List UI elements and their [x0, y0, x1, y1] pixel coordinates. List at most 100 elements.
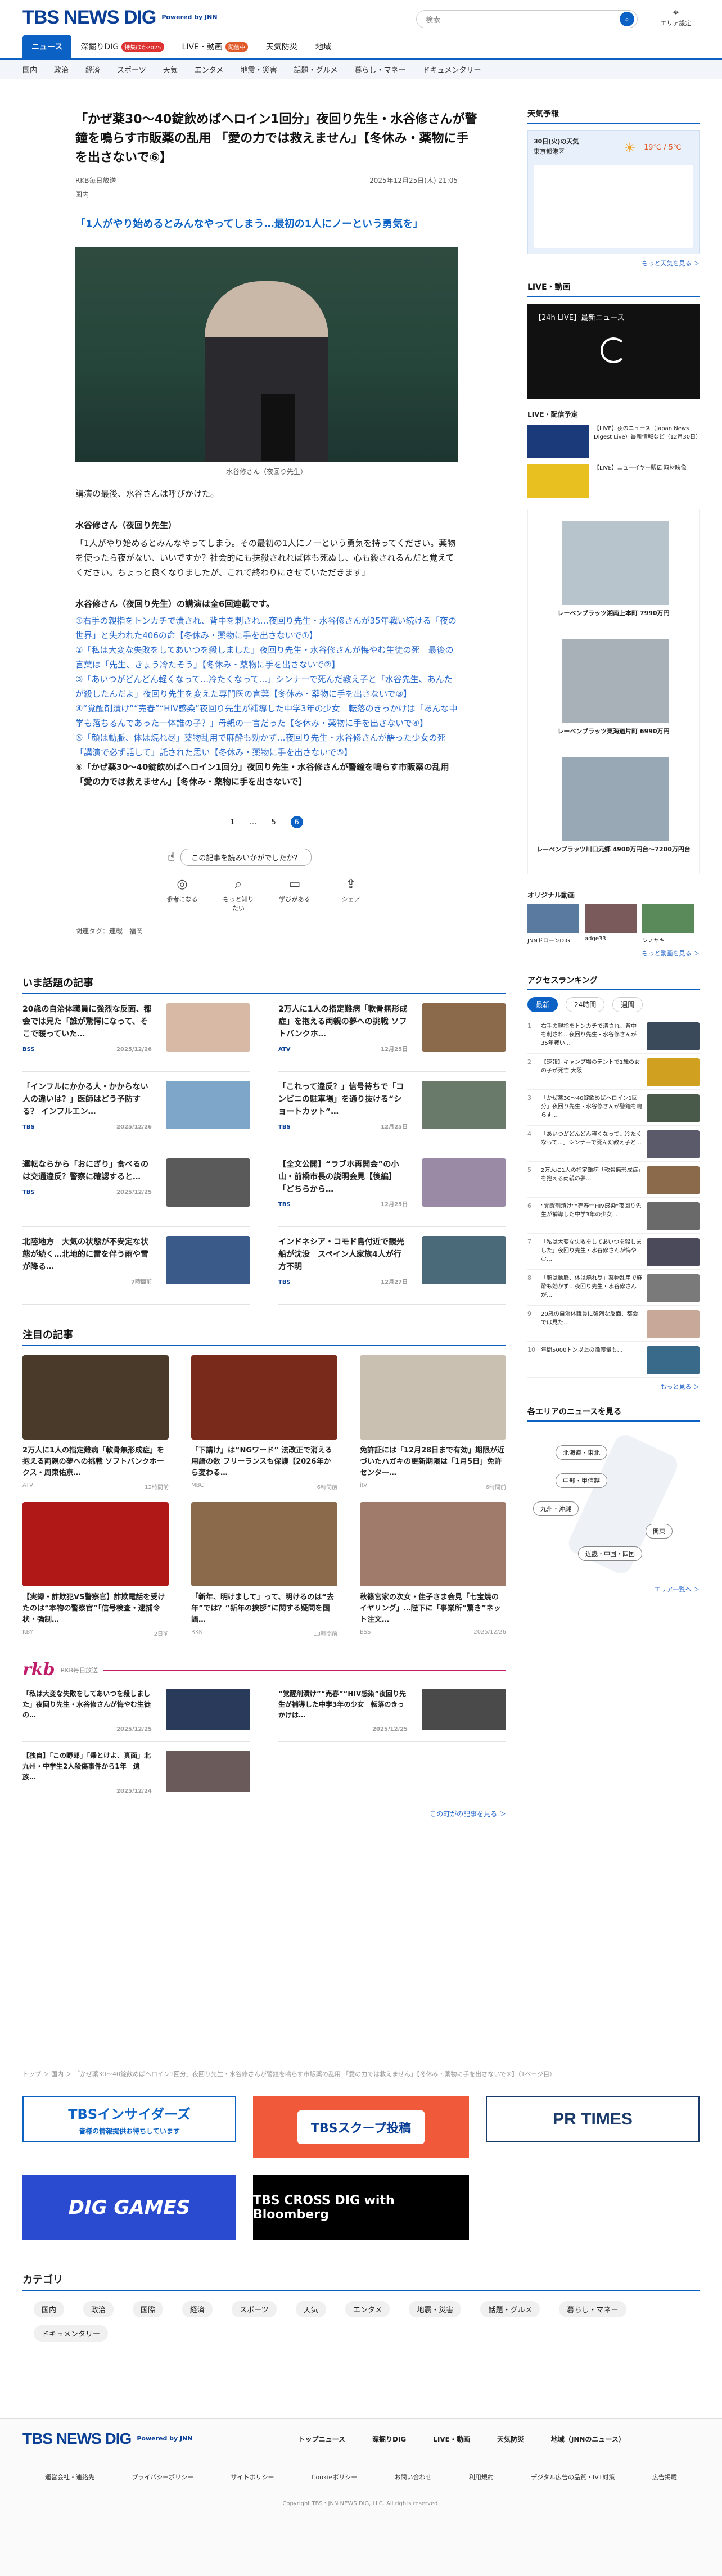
footer-link[interactable]: トップニュース: [299, 2434, 345, 2444]
rkb-more-link[interactable]: この町がの記事を見る ＞: [22, 1809, 506, 1819]
site-logo[interactable]: TBS NEWS DIG: [22, 7, 156, 29]
nav-tab-dig[interactable]: 深掘りDIG 特集ほか2025: [71, 35, 173, 58]
subnav-item[interactable]: 国内: [22, 64, 37, 75]
list-item[interactable]: 運転ならから「おにぎり」食べるのは交通違反？警察に確認すると… TBS 2025/1…: [22, 1149, 250, 1227]
featured-card[interactable]: 「下請け」は“NGワード” 法改正で消える用語の数 フリーランスも保護【2026…: [191, 1355, 337, 1491]
list-item[interactable]: 北陸地方 大気の状態が不安定な状態が続く…北地的に雷を伴う雨や雪が降る… 7時間前: [22, 1227, 250, 1305]
insiders-banner[interactable]: TBSインサイダーズ 皆様の情報提供お待ちしています: [22, 2096, 236, 2142]
footer-sub-link[interactable]: プライバシーポリシー: [132, 2473, 193, 2482]
tab-24h[interactable]: 24時間: [566, 997, 605, 1012]
ranking-item[interactable]: 7 「私は大変な失敗をしてあいつを殺しました」夜回り先生・水谷修さんが悔やむ…: [527, 1234, 700, 1270]
list-item[interactable]: 「これって違反？」信号待ちで「コンビニの駐車場」を通り抜ける“ショートカット”……: [278, 1072, 506, 1149]
video-more-link[interactable]: もっと動画を見る ＞: [527, 949, 700, 958]
area-button[interactable]: 中部・甲信越: [556, 1473, 607, 1488]
category-chip[interactable]: 地震・災害: [409, 2301, 462, 2317]
category-chip[interactable]: 経済: [182, 2301, 213, 2317]
featured-card[interactable]: 2万人に1人の指定難病「軟骨無形成症」を抱える両親の夢への挑戦 ソフトバンクホー…: [22, 1355, 169, 1491]
featured-card[interactable]: 【実録・詐欺犯VS警察官】詐欺電話を受けたのは“本物の警察官”「信号検査・逮捕令…: [22, 1502, 169, 1637]
page-link[interactable]: 1: [230, 818, 234, 827]
search-input[interactable]: 検索: [416, 10, 638, 28]
subnav-item[interactable]: 地震・災害: [240, 64, 277, 75]
share-button[interactable]: ⇪ シェア: [334, 877, 368, 913]
footer-link[interactable]: 深掘りDIG: [372, 2434, 406, 2444]
featured-card[interactable]: 免許証には「12月28日まで有効」期限が近づいたハガキの更新期限は「1月5日」免…: [360, 1355, 506, 1491]
footer-sub-link[interactable]: 運営会社・連絡先: [45, 2473, 94, 2482]
search-icon[interactable]: ⌕: [620, 12, 634, 26]
video-card[interactable]: シノヤキ: [642, 904, 694, 944]
survey-button[interactable]: この記事を読みいかがでしたか？: [180, 849, 312, 866]
category-chip[interactable]: 国際: [133, 2301, 164, 2317]
tab-weekly[interactable]: 週間: [612, 997, 643, 1012]
subnav-item[interactable]: 暮らし・マネー: [354, 64, 405, 75]
area-setting-button[interactable]: ⌖ エリア設定: [659, 7, 693, 28]
live-item[interactable]: 【LIVE】ニューイヤー駅伝 取材映像: [527, 464, 700, 498]
list-item[interactable]: インドネシア・コモド島付近で観光船が沈没 スペイン人家族4人が行方不明 TBS 12…: [278, 1227, 506, 1305]
category-chip[interactable]: 政治: [83, 2301, 114, 2317]
list-item[interactable]: 【全文公開】“ラブホ再開会”の小山・前橋市長の説明会見【後編】「どちらから… TB…: [278, 1149, 506, 1227]
series-link[interactable]: ③「あいつがどんどん軽くなって…冷たくなって…」シンナーで死んだ教え子と「水谷先…: [75, 672, 458, 701]
list-item[interactable]: 20歳の自治体職員に強烈な反面、都会では見た「誰が驚愕になって、そこで暖っていた…: [22, 994, 250, 1072]
footer-link[interactable]: 天気防災: [497, 2434, 524, 2444]
nav-tab-news[interactable]: ニュース: [22, 35, 72, 58]
subnav-item[interactable]: ドキュメンタリー: [422, 64, 481, 75]
footer-sub-link[interactable]: サイトポリシー: [231, 2473, 274, 2482]
list-item[interactable]: 「私は大変な失敗をしてあいつを殺しました」夜回り先生・水谷修さんが悔やむ生徒の……: [22, 1680, 250, 1742]
article-category[interactable]: 国内: [75, 190, 506, 199]
scoop-banner[interactable]: TBSスクープ投稿: [253, 2096, 469, 2158]
breadcrumb[interactable]: トップ ＞ 国内 ＞ 「かぜ薬30〜40錠飲めばヘロイン1回分」夜回り先生・水谷…: [22, 2069, 700, 2078]
rkb-logo[interactable]: rkb: [22, 1660, 55, 1680]
area-more-link[interactable]: エリア一覧へ ＞: [527, 1585, 700, 1594]
ranking-item[interactable]: 6 “覚醒剤漬け”“売春”“HIV感染”夜回り先生が補導した中学3年の少女…: [527, 1198, 700, 1234]
category-chip[interactable]: 暮らし・マネー: [559, 2301, 626, 2317]
footer-sub-link[interactable]: Cookieポリシー: [312, 2473, 357, 2482]
live-item[interactable]: 【LIVE】夜のニュース（Japan News Digest Live）最新情報…: [527, 425, 701, 458]
footer-sub-link[interactable]: 利用規約: [469, 2473, 494, 2482]
prtimes-banner[interactable]: PR TIMES: [486, 2096, 700, 2142]
list-item[interactable]: 2万人に1人の指定難病「軟骨無形成症」を抱える両親の夢への挑戦 ソフトバンクホ……: [278, 994, 506, 1072]
ranking-item[interactable]: 2 【速報】キャンプ場のテントで1歳の女の子が死亡 大阪: [527, 1054, 700, 1090]
advertisement[interactable]: レーベンプラッツ湘南上本町 7990万円 レーベンプラッツ東海道片町 6990万…: [527, 509, 700, 874]
footer-sub-link[interactable]: お問い合わせ: [395, 2473, 432, 2482]
featured-card[interactable]: 「新年、明けまして」って、明けるのは“去年”では？“新年の挨拶”に関する疑問を国…: [191, 1502, 337, 1637]
cross-dig-banner[interactable]: TBS CROSS DIG with Bloomberg: [253, 2175, 469, 2240]
series-link[interactable]: ①右手の親指をトンカチで潰され、背中を刺され…夜回り先生・水谷修さんが35年戦い…: [75, 613, 458, 643]
featured-card[interactable]: 秋篠宮家の次女・佳子さま会見「七宝焼のイヤリング」…陛下に「事業所”驚き”ネット…: [360, 1502, 506, 1637]
weather-more-link[interactable]: もっと天気を見る ＞: [527, 259, 700, 268]
related-tags[interactable]: 関連タグ：連載 福岡: [75, 926, 506, 936]
series-link[interactable]: ④“覚醒剤漬け”“売春”“HIV感染”夜回り先生が補導した中学3年の少女 転落の…: [75, 701, 458, 730]
category-chip[interactable]: 国内: [34, 2301, 65, 2317]
subnav-item[interactable]: 経済: [85, 64, 100, 75]
subnav-item[interactable]: エンタメ: [195, 64, 224, 75]
list-item[interactable]: “覚醒剤漬け”“売春”“HIV感染”夜回り先生が補導した中学3年の少女 転落のき…: [278, 1680, 506, 1742]
weather-widget[interactable]: 30日(火)の天気 東京都港区 ☀ 19℃ / 5℃: [527, 130, 700, 254]
category-chip[interactable]: 話題・グルメ: [480, 2301, 540, 2317]
area-button[interactable]: 近畿・中国・四国: [578, 1546, 642, 1561]
ranking-item[interactable]: 3 「かぜ薬30〜40錠飲めばヘロイン1回分」夜回り先生・水谷修さんが警鐘を鳴らす…: [527, 1090, 700, 1126]
ranking-item[interactable]: 4 「あいつがどんどん軽くなって…冷たくなって…」シンナーで死んだ教え子と…: [527, 1126, 700, 1162]
nav-tab-area[interactable]: 地域: [306, 35, 340, 58]
dig-games-banner[interactable]: DIG GAMES: [22, 2175, 236, 2240]
ranking-item[interactable]: 8 「顔は動脈、体は焼れ尽」薬物乱用で麻酔も効かず…夜回り先生・水谷修さんが…: [527, 1270, 700, 1306]
ranking-item[interactable]: 5 2万人に1人の指定難病「軟骨無形成症」を抱える両親の夢…: [527, 1162, 700, 1198]
area-button[interactable]: 関東: [646, 1524, 673, 1539]
area-button[interactable]: 北海道・東北: [556, 1445, 607, 1460]
series-link[interactable]: ②「私は大変な失敗をしてあいつを殺しました」夜回り先生・水谷修さんが悔やむ生徒の…: [75, 643, 458, 672]
list-item[interactable]: 「インフルにかかる人・かからない人の違いは？」医師はどう予防する？ インフルエン…: [22, 1072, 250, 1149]
video-card[interactable]: adge33: [585, 904, 637, 944]
ranking-item[interactable]: 9 20歳の自治体職員に強烈な反面、都会では見た…: [527, 1306, 700, 1342]
subnav-item[interactable]: 話題・グルメ: [294, 64, 337, 75]
category-chip[interactable]: スポーツ: [232, 2301, 277, 2317]
footer-link[interactable]: 地域（JNNのニュース）: [551, 2434, 625, 2444]
footer-link[interactable]: LIVE・動画: [433, 2434, 470, 2444]
footer-sub-link[interactable]: デジタル広告の品質・IVT対策: [531, 2473, 615, 2482]
reaction-more[interactable]: ⌕ もっと知りたい: [222, 877, 255, 913]
series-link[interactable]: ⑤「顔は動脈、体は焼れ尽」薬物乱用で麻酔も効かず…夜回り先生・水谷修さんが語った…: [75, 730, 458, 760]
footer-sub-link[interactable]: 広告掲載: [652, 2473, 677, 2482]
nav-tab-weather[interactable]: 天気防災: [257, 35, 306, 58]
ranking-item[interactable]: 10 年間5000トン以上の漁獲量も…: [527, 1342, 700, 1378]
page-link[interactable]: 5: [272, 818, 276, 827]
live-video-player[interactable]: 【24h LIVE】最新ニュース: [527, 304, 700, 399]
ranking-item[interactable]: 1 右手の親指をトンカチで潰され、背中を刺され…夜回り先生・水谷修さんが35年戦い…: [527, 1018, 700, 1054]
category-chip[interactable]: ドキュメンタリー: [34, 2325, 109, 2342]
subnav-item[interactable]: 天気: [163, 64, 178, 75]
